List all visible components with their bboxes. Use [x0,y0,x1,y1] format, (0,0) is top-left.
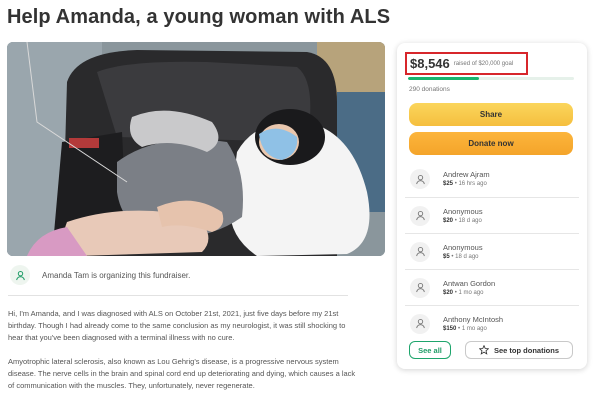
donor-item: Andrew Ajram $25 • 16 hrs ago [405,161,579,197]
donor-time: 16 hrs ago [458,181,487,187]
separator: • [454,217,457,224]
donation-card: $8,546 raised of $20,000 goal 290 donati… [397,43,587,369]
donor-amount: $20 [443,217,454,224]
fundraiser-photo [7,42,385,256]
donor-time: 1 mo ago [461,325,487,332]
donor-name: Andrew Ajram [443,170,490,179]
donor-name: Anonymous [443,242,483,252]
see-top-donations-button[interactable]: See top donations [465,341,573,359]
donation-count: 290 donations [409,86,450,93]
story-paragraph: Hi, I'm Amanda, and I was diagnosed with… [8,309,346,342]
donor-name: Anthony McIntosh [443,314,504,324]
donor-list: Andrew Ajram $25 • 16 hrs ago Anonymous … [405,161,579,341]
separator: • [454,181,457,187]
donor-item: Anonymous $20 • 18 d ago [405,197,579,233]
donor-icon [410,205,430,226]
person-icon [10,265,30,285]
donor-name: Antwan Gordon [443,278,496,288]
raised-summary: $8,546 raised of $20,000 goal [405,52,528,75]
donor-name: Anonymous [443,206,483,216]
donor-item: Antwan Gordon $20 • 1 mo ago [405,269,579,305]
separator: • [454,289,457,296]
progress-bar [408,77,574,80]
see-top-donations-label: See top donations [493,345,559,355]
donor-time: 18 d ago [458,217,482,224]
donor-time: 1 mo ago [458,289,484,296]
donor-time: 18 d ago [455,253,479,260]
goal-text: raised of $20,000 goal [453,60,514,67]
donor-item: Anonymous $5 • 18 d ago [405,233,579,269]
separator: • [458,325,461,332]
donor-amount: $150 [443,325,457,332]
donor-icon [410,313,430,334]
share-button[interactable]: Share [409,103,573,126]
page-title: Help Amanda, a young woman with ALS [7,6,391,28]
donor-icon [410,241,430,262]
separator: • [451,253,454,260]
donor-amount: $5 [443,253,450,260]
donate-button[interactable]: Donate now [409,132,573,155]
donor-icon [410,277,430,298]
donor-item: Anthony McIntosh $150 • 1 mo ago [405,305,579,341]
see-all-button[interactable]: See all [409,341,451,359]
progress-fill [408,77,480,80]
raised-amount: $8,546 [410,56,450,71]
story-paragraph: Amyotrophic lateral sclerosis, also know… [8,357,356,390]
star-icon [478,345,489,355]
divider [8,295,348,296]
donor-icon [410,169,430,189]
donor-amount: $25 [443,181,454,187]
organizer-text: Amanda Tam is organizing this fundraiser… [42,270,191,280]
donor-amount: $20 [443,289,454,296]
organizer-row: Amanda Tam is organizing this fundraiser… [10,262,350,288]
